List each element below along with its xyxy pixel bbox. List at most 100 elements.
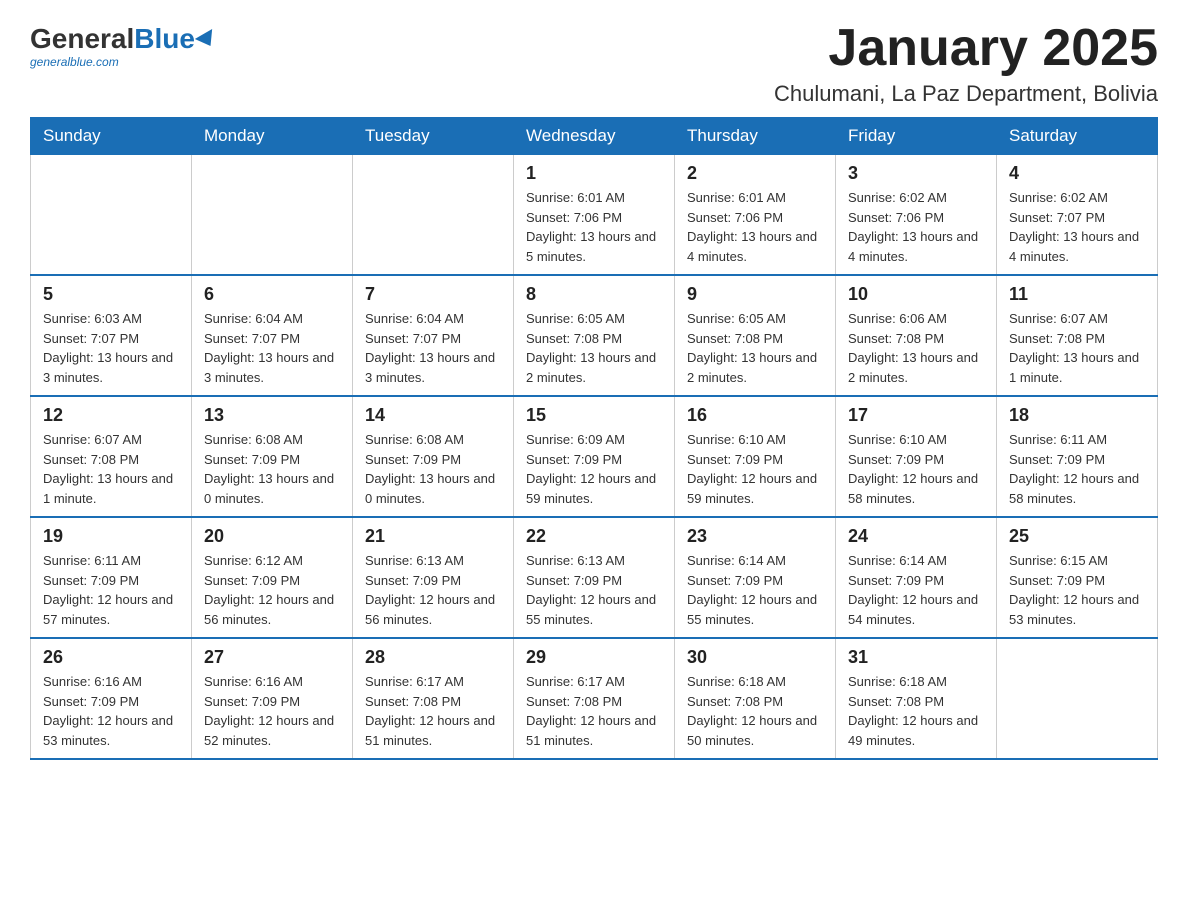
day-number: 12 — [43, 405, 179, 426]
calendar-cell — [353, 155, 514, 276]
day-number: 18 — [1009, 405, 1145, 426]
calendar-body: 1 Sunrise: 6:01 AM Sunset: 7:06 PM Daylig… — [31, 155, 1158, 760]
week-row-3: 12 Sunrise: 6:07 AM Sunset: 7:08 PM Dayli… — [31, 396, 1158, 517]
calendar-cell: 6 Sunrise: 6:04 AM Sunset: 7:07 PM Daylig… — [192, 275, 353, 396]
day-info: Sunrise: 6:13 AM Sunset: 7:09 PM Dayligh… — [365, 551, 501, 629]
day-info: Sunrise: 6:04 AM Sunset: 7:07 PM Dayligh… — [204, 309, 340, 387]
header-day-sunday: Sunday — [31, 118, 192, 155]
day-number: 16 — [687, 405, 823, 426]
day-info: Sunrise: 6:14 AM Sunset: 7:09 PM Dayligh… — [687, 551, 823, 629]
calendar-cell: 25Sunrise: 6:15 AM Sunset: 7:09 PM Dayli… — [997, 517, 1158, 638]
day-info: Sunrise: 6:17 AM Sunset: 7:08 PM Dayligh… — [526, 672, 662, 750]
day-info: Sunrise: 6:18 AM Sunset: 7:08 PM Dayligh… — [687, 672, 823, 750]
calendar-cell — [192, 155, 353, 276]
calendar-cell: 3 Sunrise: 6:02 AM Sunset: 7:06 PM Daylig… — [836, 155, 997, 276]
calendar-table: SundayMondayTuesdayWednesdayThursdayFrid… — [30, 117, 1158, 760]
day-number: 26 — [43, 647, 179, 668]
day-number: 29 — [526, 647, 662, 668]
day-info: Sunrise: 6:03 AM Sunset: 7:07 PM Dayligh… — [43, 309, 179, 387]
calendar-cell: 31 Sunrise: 6:18 AM Sunset: 7:08 PM Dayli… — [836, 638, 997, 759]
day-number: 5 — [43, 284, 179, 305]
day-info: Sunrise: 6:16 AM Sunset: 7:09 PM Dayligh… — [43, 672, 179, 750]
day-number: 14 — [365, 405, 501, 426]
calendar-cell: 8 Sunrise: 6:05 AM Sunset: 7:08 PM Daylig… — [514, 275, 675, 396]
day-info: Sunrise: 6:11 AM Sunset: 7:09 PM Dayligh… — [43, 551, 179, 629]
calendar-subtitle: Chulumani, La Paz Department, Bolivia — [774, 81, 1158, 107]
day-number: 11 — [1009, 284, 1145, 305]
calendar-cell: 30 Sunrise: 6:18 AM Sunset: 7:08 PM Dayli… — [675, 638, 836, 759]
day-number: 31 — [848, 647, 984, 668]
day-info: Sunrise: 6:07 AM Sunset: 7:08 PM Dayligh… — [43, 430, 179, 508]
day-info: Sunrise: 6:08 AM Sunset: 7:09 PM Dayligh… — [365, 430, 501, 508]
calendar-cell: 14 Sunrise: 6:08 AM Sunset: 7:09 PM Dayli… — [353, 396, 514, 517]
day-number: 7 — [365, 284, 501, 305]
day-info: Sunrise: 6:12 AM Sunset: 7:09 PM Dayligh… — [204, 551, 340, 629]
day-info: Sunrise: 6:13 AM Sunset: 7:09 PM Dayligh… — [526, 551, 662, 629]
day-number: 25 — [1009, 526, 1145, 547]
day-number: 1 — [526, 163, 662, 184]
logo-tagline: generalblue.com — [30, 55, 119, 69]
day-number: 24 — [848, 526, 984, 547]
header-day-tuesday: Tuesday — [353, 118, 514, 155]
day-info: Sunrise: 6:05 AM Sunset: 7:08 PM Dayligh… — [687, 309, 823, 387]
day-number: 8 — [526, 284, 662, 305]
day-number: 30 — [687, 647, 823, 668]
calendar-cell: 27Sunrise: 6:16 AM Sunset: 7:09 PM Dayli… — [192, 638, 353, 759]
day-info: Sunrise: 6:01 AM Sunset: 7:06 PM Dayligh… — [526, 188, 662, 266]
day-info: Sunrise: 6:16 AM Sunset: 7:09 PM Dayligh… — [204, 672, 340, 750]
page-header: GeneralBlue generalblue.com January 2025… — [30, 20, 1158, 107]
calendar-cell: 19Sunrise: 6:11 AM Sunset: 7:09 PM Dayli… — [31, 517, 192, 638]
calendar-cell: 10 Sunrise: 6:06 AM Sunset: 7:08 PM Dayli… — [836, 275, 997, 396]
day-number: 21 — [365, 526, 501, 547]
day-info: Sunrise: 6:09 AM Sunset: 7:09 PM Dayligh… — [526, 430, 662, 508]
day-info: Sunrise: 6:10 AM Sunset: 7:09 PM Dayligh… — [687, 430, 823, 508]
calendar-cell: 9 Sunrise: 6:05 AM Sunset: 7:08 PM Daylig… — [675, 275, 836, 396]
day-number: 6 — [204, 284, 340, 305]
day-info: Sunrise: 6:06 AM Sunset: 7:08 PM Dayligh… — [848, 309, 984, 387]
logo-general-text: General — [30, 25, 134, 53]
day-number: 9 — [687, 284, 823, 305]
logo: GeneralBlue generalblue.com — [30, 20, 217, 69]
day-info: Sunrise: 6:02 AM Sunset: 7:06 PM Dayligh… — [848, 188, 984, 266]
calendar-cell: 1 Sunrise: 6:01 AM Sunset: 7:06 PM Daylig… — [514, 155, 675, 276]
header-day-thursday: Thursday — [675, 118, 836, 155]
header-day-wednesday: Wednesday — [514, 118, 675, 155]
calendar-cell — [31, 155, 192, 276]
day-number: 10 — [848, 284, 984, 305]
day-number: 3 — [848, 163, 984, 184]
calendar-header: SundayMondayTuesdayWednesdayThursdayFrid… — [31, 118, 1158, 155]
calendar-cell: 13Sunrise: 6:08 AM Sunset: 7:09 PM Dayli… — [192, 396, 353, 517]
calendar-cell: 15Sunrise: 6:09 AM Sunset: 7:09 PM Dayli… — [514, 396, 675, 517]
day-info: Sunrise: 6:05 AM Sunset: 7:08 PM Dayligh… — [526, 309, 662, 387]
logo-triangle-icon — [195, 29, 219, 51]
calendar-cell: 23Sunrise: 6:14 AM Sunset: 7:09 PM Dayli… — [675, 517, 836, 638]
day-info: Sunrise: 6:08 AM Sunset: 7:09 PM Dayligh… — [204, 430, 340, 508]
day-info: Sunrise: 6:02 AM Sunset: 7:07 PM Dayligh… — [1009, 188, 1145, 266]
day-info: Sunrise: 6:10 AM Sunset: 7:09 PM Dayligh… — [848, 430, 984, 508]
week-row-5: 26 Sunrise: 6:16 AM Sunset: 7:09 PM Dayli… — [31, 638, 1158, 759]
header-day-friday: Friday — [836, 118, 997, 155]
week-row-4: 19Sunrise: 6:11 AM Sunset: 7:09 PM Dayli… — [31, 517, 1158, 638]
calendar-cell: 28Sunrise: 6:17 AM Sunset: 7:08 PM Dayli… — [353, 638, 514, 759]
logo-wordmark: GeneralBlue — [30, 25, 217, 53]
day-info: Sunrise: 6:04 AM Sunset: 7:07 PM Dayligh… — [365, 309, 501, 387]
calendar-cell: 26 Sunrise: 6:16 AM Sunset: 7:09 PM Dayli… — [31, 638, 192, 759]
calendar-cell: 18Sunrise: 6:11 AM Sunset: 7:09 PM Dayli… — [997, 396, 1158, 517]
calendar-cell: 24 Sunrise: 6:14 AM Sunset: 7:09 PM Dayli… — [836, 517, 997, 638]
calendar-cell: 12 Sunrise: 6:07 AM Sunset: 7:08 PM Dayli… — [31, 396, 192, 517]
day-info: Sunrise: 6:18 AM Sunset: 7:08 PM Dayligh… — [848, 672, 984, 750]
calendar-cell: 29 Sunrise: 6:17 AM Sunset: 7:08 PM Dayli… — [514, 638, 675, 759]
calendar-cell: 17Sunrise: 6:10 AM Sunset: 7:09 PM Dayli… — [836, 396, 997, 517]
calendar-cell: 2Sunrise: 6:01 AM Sunset: 7:06 PM Daylig… — [675, 155, 836, 276]
day-info: Sunrise: 6:07 AM Sunset: 7:08 PM Dayligh… — [1009, 309, 1145, 387]
logo-blue-text: Blue — [134, 25, 195, 53]
week-row-2: 5 Sunrise: 6:03 AM Sunset: 7:07 PM Daylig… — [31, 275, 1158, 396]
day-info: Sunrise: 6:14 AM Sunset: 7:09 PM Dayligh… — [848, 551, 984, 629]
calendar-cell: 4Sunrise: 6:02 AM Sunset: 7:07 PM Daylig… — [997, 155, 1158, 276]
calendar-cell: 22Sunrise: 6:13 AM Sunset: 7:09 PM Dayli… — [514, 517, 675, 638]
calendar-cell: 5 Sunrise: 6:03 AM Sunset: 7:07 PM Daylig… — [31, 275, 192, 396]
title-area: January 2025 Chulumani, La Paz Departmen… — [774, 20, 1158, 107]
calendar-cell: 16 Sunrise: 6:10 AM Sunset: 7:09 PM Dayli… — [675, 396, 836, 517]
calendar-cell — [997, 638, 1158, 759]
day-number: 28 — [365, 647, 501, 668]
